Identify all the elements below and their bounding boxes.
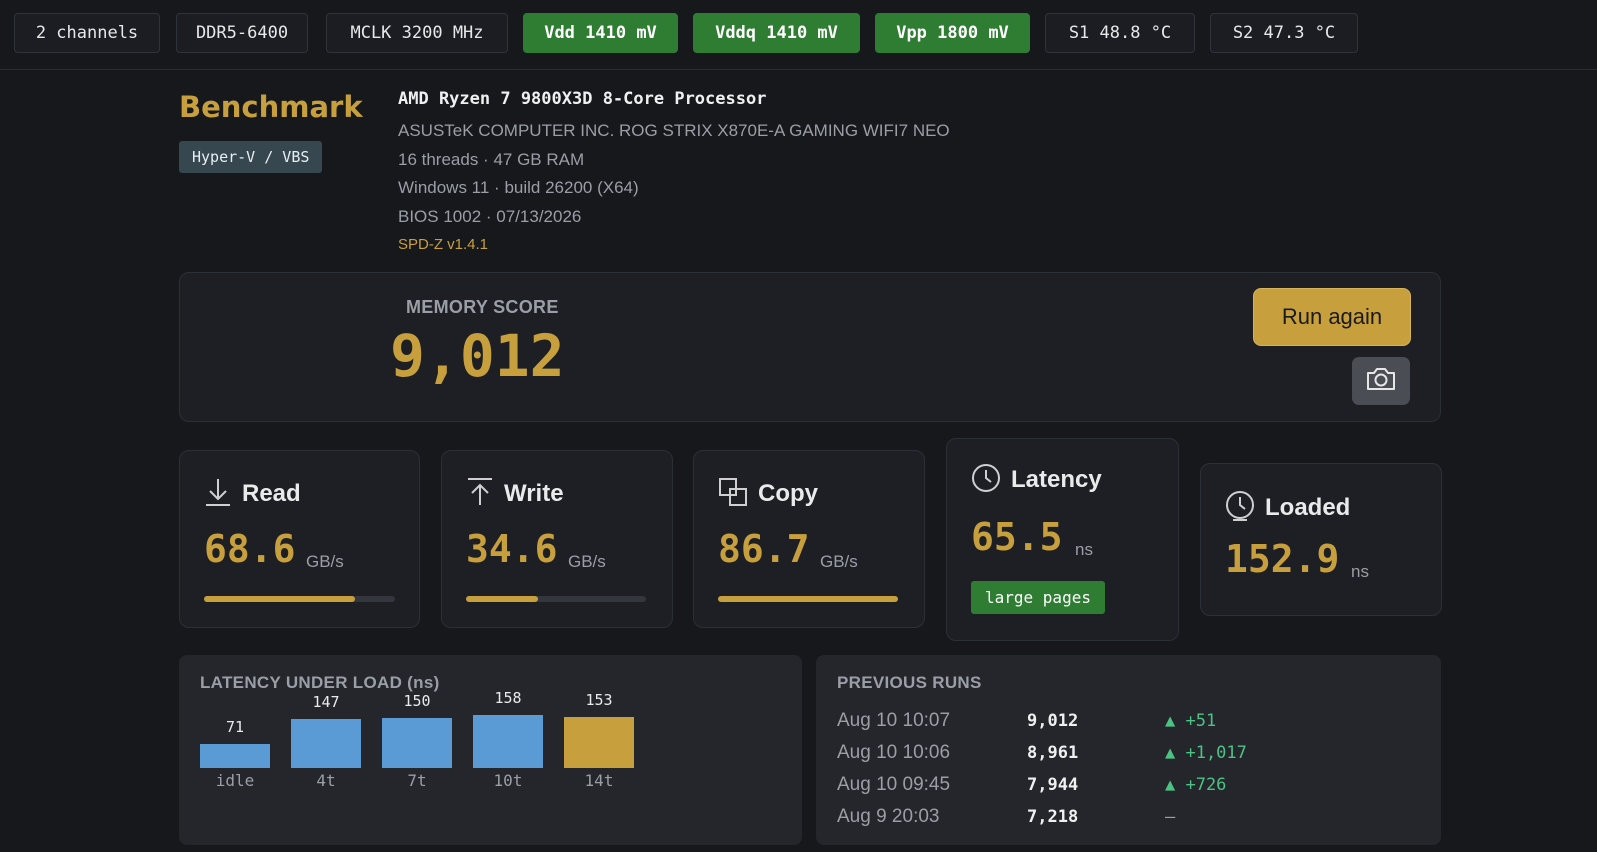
read-bar [204, 596, 395, 602]
latency-card: Latency 65.5 ns large pages [946, 438, 1179, 641]
run-date: Aug 10 10:06 [837, 742, 951, 763]
read-value: 68.6 [204, 527, 296, 571]
previous-runs-title: PREVIOUS RUNS [837, 673, 982, 692]
sensor1-chip: S1 48.8 °C [1045, 13, 1195, 53]
bar-value-label: 158 [494, 689, 522, 707]
copy-icon [718, 477, 748, 511]
latency-bar [564, 717, 634, 768]
channels-chip: 2 channels [14, 13, 160, 53]
latency-chart-panel: LATENCY UNDER LOAD (ns) 71 idle 147 4t 150 7t… [179, 655, 802, 845]
run-date: Aug 10 10:07 [837, 710, 951, 731]
copy-bar [718, 596, 898, 602]
mclk-chip: MCLK 3200 MHz [326, 13, 508, 53]
hyperv-badge: Hyper-V / VBS [179, 141, 323, 173]
upload-icon [466, 477, 494, 511]
memory-score-label: MEMORY SCORE [406, 297, 559, 317]
large-pages-badge: large pages [971, 581, 1105, 614]
run-again-button[interactable]: Run again [1253, 288, 1411, 346]
read-unit: GB/s [306, 552, 344, 571]
bar-category-label: 7t [407, 771, 427, 790]
copy-card: Copy 86.7 GB/s [693, 450, 925, 628]
run-score: 8,961 [1027, 743, 1079, 763]
write-title: Write [504, 480, 564, 507]
run-date: Aug 9 20:03 [837, 806, 940, 827]
loaded-card: Loaded 152.9 ns [1200, 463, 1442, 616]
latency-chart-title: LATENCY UNDER LOAD (ns) [200, 673, 440, 692]
bar-category-label: 14t [584, 771, 614, 790]
cpu-name: AMD Ryzen 7 9800X3D 8-Core Processor [398, 89, 767, 109]
write-card: Write 34.6 GB/s [441, 450, 673, 628]
screenshot-button[interactable] [1352, 357, 1410, 405]
run-score: 7,218 [1027, 807, 1079, 827]
bar-value-label: 153 [585, 691, 613, 709]
write-unit: GB/s [568, 552, 606, 571]
run-date: Aug 10 09:45 [837, 774, 951, 795]
copy-title: Copy [758, 480, 818, 507]
timer-icon [1225, 490, 1255, 526]
clock-icon [971, 463, 1001, 497]
copy-value: 86.7 [718, 527, 810, 571]
app-version: SPD-Z v1.4.1 [398, 236, 489, 253]
sensor2-chip: S2 47.3 °C [1210, 13, 1358, 53]
os-info: Windows 11 · build 26200 (X64) [398, 178, 639, 197]
run-score: 7,944 [1027, 775, 1079, 795]
latency-bar [200, 744, 270, 768]
latency-bar [291, 719, 361, 768]
bar-category-label: 4t [316, 771, 336, 790]
vdd-chip: Vdd 1410 mV [523, 13, 678, 53]
memory-score-value: 9,012 [390, 322, 565, 390]
copy-bar-fill [718, 596, 898, 602]
run-delta: ▲ +51 [1165, 711, 1217, 731]
latency-title: Latency [1011, 466, 1102, 493]
read-bar-fill [204, 596, 355, 602]
vddq-chip: Vddq 1410 mV [693, 13, 860, 53]
run-delta: ▲ +1,017 [1165, 743, 1247, 763]
latency-value: 65.5 [971, 515, 1063, 559]
camera-icon [1365, 366, 1397, 396]
copy-unit: GB/s [820, 552, 858, 571]
write-value: 34.6 [466, 527, 558, 571]
bar-value-label: 71 [225, 718, 245, 736]
vpp-chip: Vpp 1800 mV [875, 13, 1030, 53]
bar-category-label: 10t [493, 771, 523, 790]
write-bar-fill [466, 596, 538, 602]
write-bar [466, 596, 646, 602]
latency-bar [382, 718, 452, 768]
score-panel [179, 272, 1441, 422]
bar-value-label: 147 [312, 693, 340, 711]
bios-info: BIOS 1002 · 07/13/2026 [398, 207, 582, 226]
run-delta: ▲ +726 [1165, 775, 1227, 795]
loaded-unit: ns [1351, 562, 1369, 581]
previous-runs-panel: PREVIOUS RUNS Aug 10 10:07 9,012 ▲ +51 A… [816, 655, 1441, 845]
run-delta: – [1165, 807, 1176, 827]
memory-type-chip: DDR5-6400 [176, 13, 308, 53]
threads-ram: 16 threads · 47 GB RAM [398, 150, 585, 169]
bar-category-label: idle [215, 771, 255, 790]
run-score: 9,012 [1027, 711, 1079, 731]
page-title: Benchmark [179, 90, 363, 124]
download-icon [204, 477, 232, 511]
read-card: Read 68.6 GB/s [179, 450, 420, 628]
status-bar: 2 channels DDR5-6400 MCLK 3200 MHz Vdd 1… [0, 0, 1597, 70]
latency-bar [473, 715, 543, 768]
loaded-value: 152.9 [1225, 537, 1340, 581]
read-title: Read [242, 480, 301, 507]
loaded-title: Loaded [1265, 494, 1351, 521]
latency-unit: ns [1075, 540, 1093, 559]
bar-value-label: 150 [403, 692, 431, 710]
motherboard-name: ASUSTeK COMPUTER INC. ROG STRIX X870E-A … [398, 121, 950, 140]
